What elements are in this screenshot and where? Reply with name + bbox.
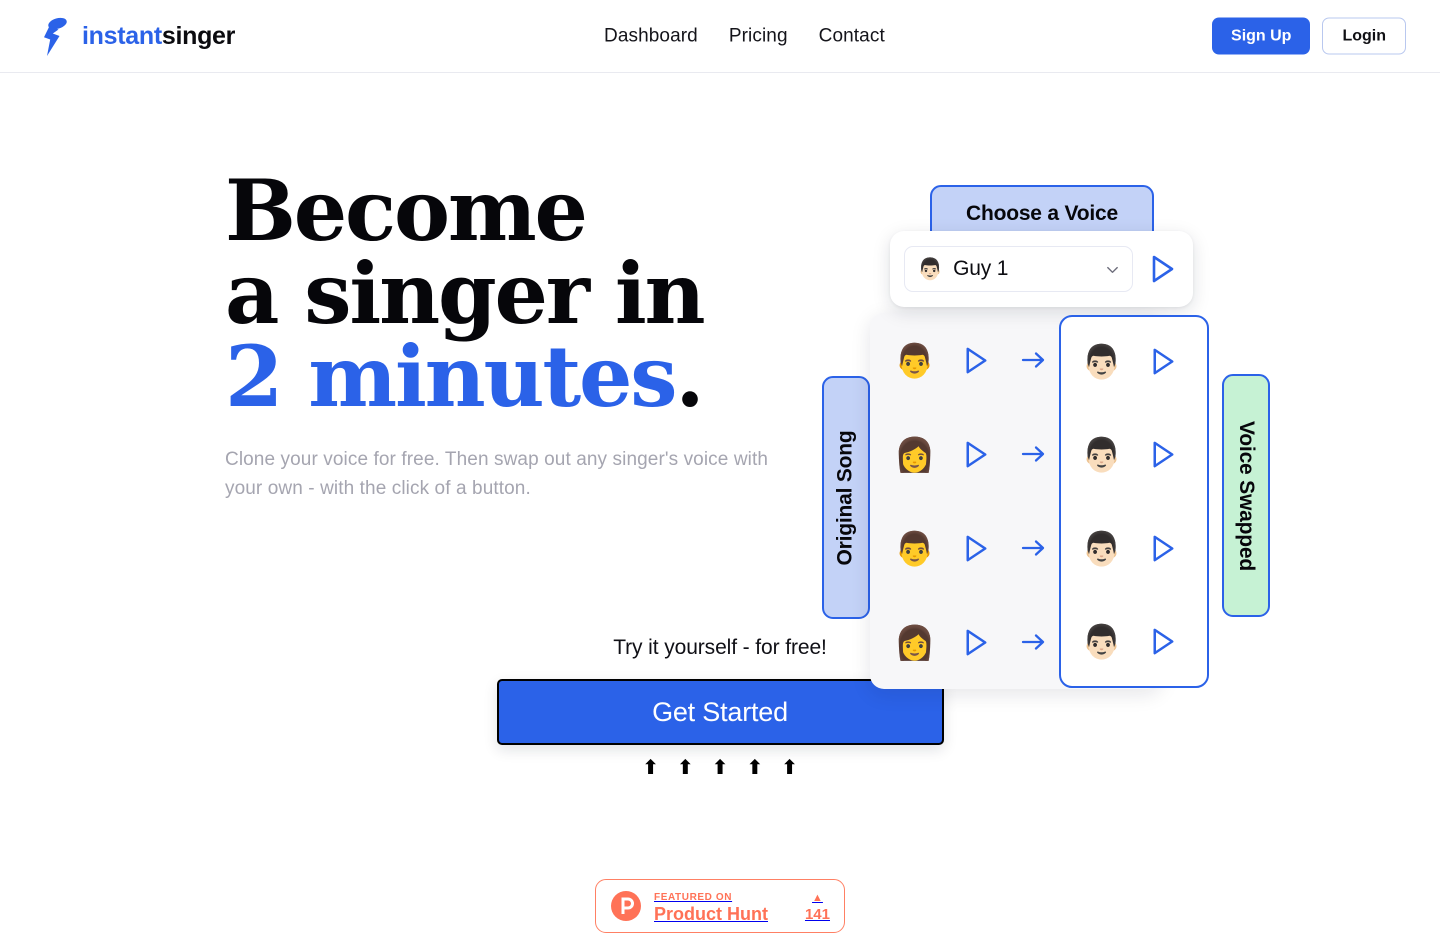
original-voice-emoji: 👩 <box>894 435 936 473</box>
voice-swap-widget: Choose a Voice Original Song Voice Swapp… <box>820 183 1270 713</box>
page-title: Become a singer in 2 minutes. <box>225 169 845 419</box>
product-hunt-icon <box>611 891 641 921</box>
chevron-down-icon <box>1107 266 1118 273</box>
header-actions: Sign Up Login <box>1212 17 1406 55</box>
product-hunt-name: Product Hunt <box>654 904 768 924</box>
login-button[interactable]: Login <box>1322 17 1406 55</box>
nav-item-pricing[interactable]: Pricing <box>729 27 788 46</box>
microphone-bolt-icon <box>44 17 67 56</box>
product-hunt-votes: ▲ 141 <box>805 888 830 924</box>
table-row: 👨🏻 <box>1059 315 1209 408</box>
product-hunt-text: FEATURED ON Product Hunt <box>654 887 793 925</box>
swapped-voice-emoji: 👨🏻 <box>1081 529 1123 567</box>
caret-up-icon: ▲ <box>812 892 823 904</box>
original-song-label: Original Song <box>834 429 858 566</box>
nav-item-dashboard[interactable]: Dashboard <box>604 27 698 46</box>
site-header: instantsinger Dashboard Pricing Contact … <box>0 0 1440 73</box>
headline-period: . <box>675 327 704 427</box>
product-hunt-featured-label: FEATURED ON <box>654 892 733 903</box>
table-row: 👨🏻 <box>1059 408 1209 501</box>
arrow-right-icon <box>1021 634 1045 650</box>
arrow-strip: ⬆ ⬆ ⬆ ⬆ ⬆ <box>0 757 1440 777</box>
cta-kicker: Try it yourself - for free! <box>613 636 827 659</box>
original-voice-emoji: 👩 <box>894 623 936 661</box>
table-row: 👨🏻 <box>1059 502 1209 595</box>
main-navigation: Dashboard Pricing Contact <box>604 27 885 46</box>
play-icon[interactable] <box>960 345 991 376</box>
sign-up-button[interactable]: Sign Up <box>1212 17 1311 55</box>
play-icon[interactable] <box>960 439 991 470</box>
voice-swapped-rows: 👨🏻 👨🏻 👨🏻 👨🏻 <box>1059 315 1209 688</box>
product-hunt-badge[interactable]: FEATURED ON Product Hunt ▲ 141 <box>595 879 845 933</box>
play-icon[interactable] <box>1147 626 1178 657</box>
play-icon[interactable] <box>960 627 991 658</box>
voice-select-value: Guy 1 <box>953 257 1009 280</box>
preview-play-button[interactable] <box>1145 252 1179 286</box>
play-icon[interactable] <box>1147 346 1178 377</box>
product-hunt-vote-count: 141 <box>804 906 830 923</box>
brand-name: instantsinger <box>82 21 236 50</box>
swapped-voice-emoji: 👨🏻 <box>1081 622 1123 660</box>
swapped-voice-emoji: 👨🏻 <box>1081 343 1123 381</box>
play-icon[interactable] <box>1147 533 1178 564</box>
table-row: 👨🏻 <box>1059 595 1209 688</box>
play-icon <box>1152 255 1174 283</box>
voice-swapped-label: Voice Swapped <box>1235 420 1259 571</box>
brand-name-suffix: singer <box>161 21 236 50</box>
hero-subtitle: Clone your voice for free. Then swap out… <box>225 449 769 499</box>
swapped-voice-emoji: 👨🏻 <box>1081 436 1123 474</box>
arrow-up-icon: ⬆ <box>711 755 729 779</box>
nav-item-contact[interactable]: Contact <box>819 27 885 46</box>
voice-swapped-tag: Voice Swapped <box>1222 374 1270 617</box>
arrow-up-icon: ⬆ <box>676 755 694 779</box>
brand-name-prefix: instant <box>82 21 162 50</box>
original-song-tag: Original Song <box>822 376 870 619</box>
arrow-right-icon <box>1021 540 1045 556</box>
arrow-right-icon <box>1021 446 1045 462</box>
voice-avatar: 👨🏻 <box>917 257 944 281</box>
headline-accent: 2 minutes <box>225 327 678 427</box>
hero-section: Become a singer in 2 minutes. Clone your… <box>0 73 1440 900</box>
original-voice-emoji: 👨 <box>894 529 936 567</box>
choose-a-voice-label: Choose a Voice <box>965 202 1119 225</box>
brand-logo-link[interactable]: instantsinger <box>36 14 235 58</box>
arrow-up-icon: ⬆ <box>746 755 764 779</box>
voice-chooser-card: 👨🏻 Guy 1 <box>890 231 1193 307</box>
voice-select[interactable]: 👨🏻 Guy 1 <box>904 246 1133 292</box>
cta-section: Try it yourself - for free! Get Started … <box>0 636 1440 777</box>
hero-copy: Become a singer in 2 minutes. Clone your… <box>225 169 845 503</box>
arrow-right-icon <box>1021 352 1045 368</box>
arrow-up-icon: ⬆ <box>642 755 659 779</box>
play-icon[interactable] <box>960 533 991 564</box>
arrow-up-icon: ⬆ <box>781 755 798 779</box>
play-icon[interactable] <box>1147 439 1178 470</box>
original-voice-emoji: 👨 <box>894 341 936 379</box>
